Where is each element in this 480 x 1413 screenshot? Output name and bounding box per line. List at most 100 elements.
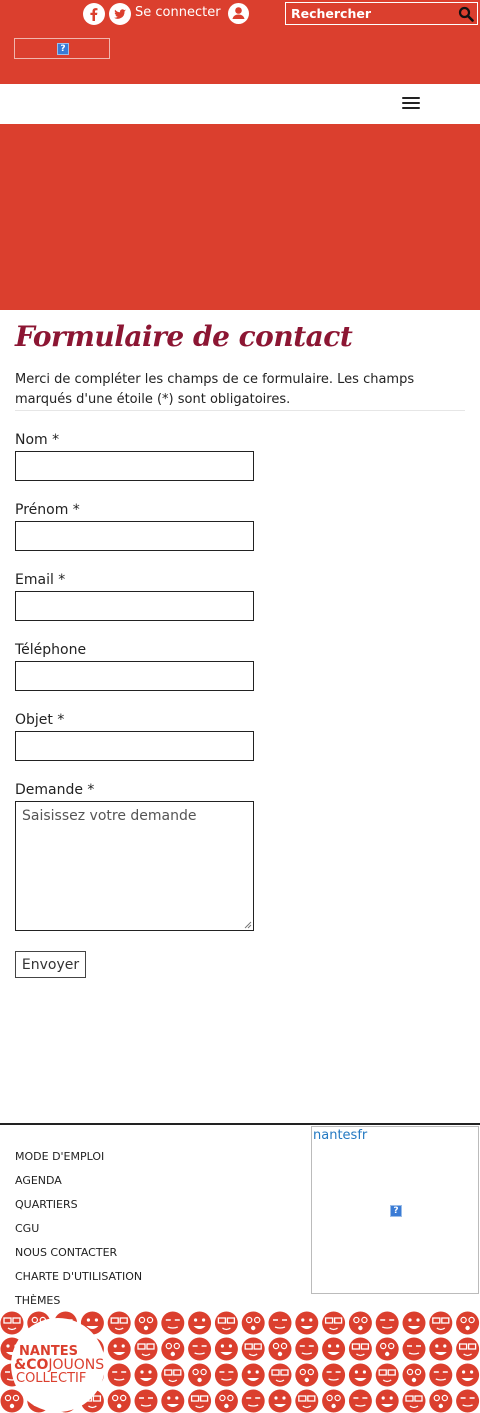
smiley-face-icon <box>429 1337 453 1361</box>
smiley-face-icon <box>161 1363 185 1387</box>
smiley-face-icon <box>322 1389 346 1413</box>
smiley-face-icon <box>241 1389 265 1413</box>
smiley-face-icon <box>188 1389 212 1413</box>
twitter-icon[interactable] <box>109 3 131 25</box>
smiley-face-icon <box>295 1389 319 1413</box>
footer-link-nous-contacter[interactable]: NOUS CONTACTER <box>15 1246 117 1259</box>
logo-line-3: COLLECTIF <box>16 1371 87 1386</box>
telephone-field <box>15 661 254 691</box>
footer-link-quartiers[interactable]: QUARTIERS <box>15 1198 78 1211</box>
smiley-face-icon <box>295 1363 319 1387</box>
smiley-face-icon <box>322 1337 346 1361</box>
smiley-face-icon <box>134 1363 158 1387</box>
smiley-face-icon <box>214 1363 238 1387</box>
smiley-face-icon <box>107 1389 131 1413</box>
search-icon[interactable] <box>458 6 474 22</box>
smiley-face-icon <box>456 1389 480 1413</box>
smiley-face-icon <box>375 1363 399 1387</box>
email-label: Email * <box>15 572 66 588</box>
smiley-face-icon <box>188 1363 212 1387</box>
email-field <box>15 591 254 621</box>
smiley-face-icon <box>429 1311 453 1335</box>
footer-link-charte[interactable]: CHARTE D'UTILISATION <box>15 1270 142 1283</box>
nantesfr-widget[interactable]: nantesfr ? <box>311 1126 479 1294</box>
prenom-field <box>15 521 254 551</box>
smiley-face-icon <box>268 1389 292 1413</box>
smiley-face-icon <box>456 1363 480 1387</box>
smiley-face-icon <box>161 1389 185 1413</box>
smiley-face-icon <box>214 1389 238 1413</box>
prenom-input[interactable] <box>16 522 253 550</box>
smiley-face-icon <box>214 1337 238 1361</box>
footer-link-mode-emploi[interactable]: MODE D'EMPLOI <box>15 1150 104 1163</box>
smiley-face-icon <box>456 1311 480 1335</box>
smiley-face-icon <box>188 1311 212 1335</box>
smiley-face-icon <box>322 1311 346 1335</box>
smiley-face-icon <box>402 1363 426 1387</box>
smiley-face-icon <box>161 1337 185 1361</box>
objet-label: Objet * <box>15 712 65 728</box>
smiley-face-icon <box>295 1311 319 1335</box>
search-box <box>285 2 478 25</box>
nom-label: Nom * <box>15 432 60 448</box>
smiley-face-icon <box>295 1337 319 1361</box>
smiley-face-icon <box>375 1389 399 1413</box>
smiley-face-icon <box>134 1311 158 1335</box>
smiley-face-icon <box>268 1363 292 1387</box>
telephone-label: Téléphone <box>15 642 87 658</box>
smiley-face-icon <box>322 1363 346 1387</box>
smiley-face-icon <box>402 1337 426 1361</box>
demande-label: Demande * <box>15 782 95 798</box>
search-input[interactable] <box>291 5 451 22</box>
telephone-input[interactable] <box>16 662 253 690</box>
smiley-face-icon <box>348 1389 372 1413</box>
footer-divider <box>0 1123 480 1125</box>
smiley-face-icon <box>429 1389 453 1413</box>
smiley-face-icon <box>348 1311 372 1335</box>
footer-link-themes[interactable]: THÈMES <box>15 1294 60 1307</box>
smiley-face-icon <box>348 1337 372 1361</box>
logo-line-2: &COJOUONS <box>14 1358 104 1372</box>
email-input[interactable] <box>16 592 253 620</box>
smiley-face-icon <box>241 1337 265 1361</box>
smiley-face-icon <box>161 1311 185 1335</box>
smiley-face-icon <box>402 1389 426 1413</box>
smiley-face-icon <box>456 1337 480 1361</box>
broken-image-icon: ? <box>390 1205 402 1217</box>
objet-input[interactable] <box>16 732 253 760</box>
smiley-face-icon <box>134 1337 158 1361</box>
smiley-face-icon <box>214 1311 238 1335</box>
site-logo[interactable]: ? <box>14 38 110 59</box>
divider <box>15 410 465 411</box>
smiley-face-icon <box>375 1311 399 1335</box>
facebook-icon[interactable] <box>83 3 105 25</box>
nom-input[interactable] <box>16 452 253 480</box>
smiley-face-icon <box>107 1337 131 1361</box>
nom-field <box>15 451 254 481</box>
footer-link-agenda[interactable]: AGENDA <box>15 1174 62 1187</box>
smiley-face-icon <box>134 1389 158 1413</box>
nav-bar <box>0 84 480 124</box>
resize-handle-icon[interactable] <box>244 921 252 929</box>
page-title: Formulaire de contact <box>15 320 353 353</box>
smiley-face-icon <box>0 1311 24 1335</box>
smiley-face-icon <box>268 1311 292 1335</box>
footer-link-cgu[interactable]: CGU <box>15 1222 39 1235</box>
hero-banner <box>0 124 480 310</box>
smiley-face-icon <box>241 1311 265 1335</box>
hamburger-menu-icon[interactable] <box>402 97 420 111</box>
smiley-face-icon <box>429 1363 453 1387</box>
login-link[interactable]: Se connecter <box>135 5 221 20</box>
submit-button[interactable]: Envoyer <box>15 951 86 978</box>
smiley-face-icon <box>107 1363 131 1387</box>
smiley-face-icon <box>348 1363 372 1387</box>
objet-field <box>15 731 254 761</box>
prenom-label: Prénom * <box>15 502 80 518</box>
user-icon[interactable] <box>228 3 249 24</box>
demande-textarea[interactable] <box>15 801 254 931</box>
widget-title[interactable]: nantesfr <box>313 1128 367 1143</box>
smiley-face-icon <box>375 1337 399 1361</box>
form-intro: Merci de compléter les champs de ce form… <box>15 372 415 407</box>
smiley-face-icon <box>107 1311 131 1335</box>
smiley-face-icon <box>268 1337 292 1361</box>
